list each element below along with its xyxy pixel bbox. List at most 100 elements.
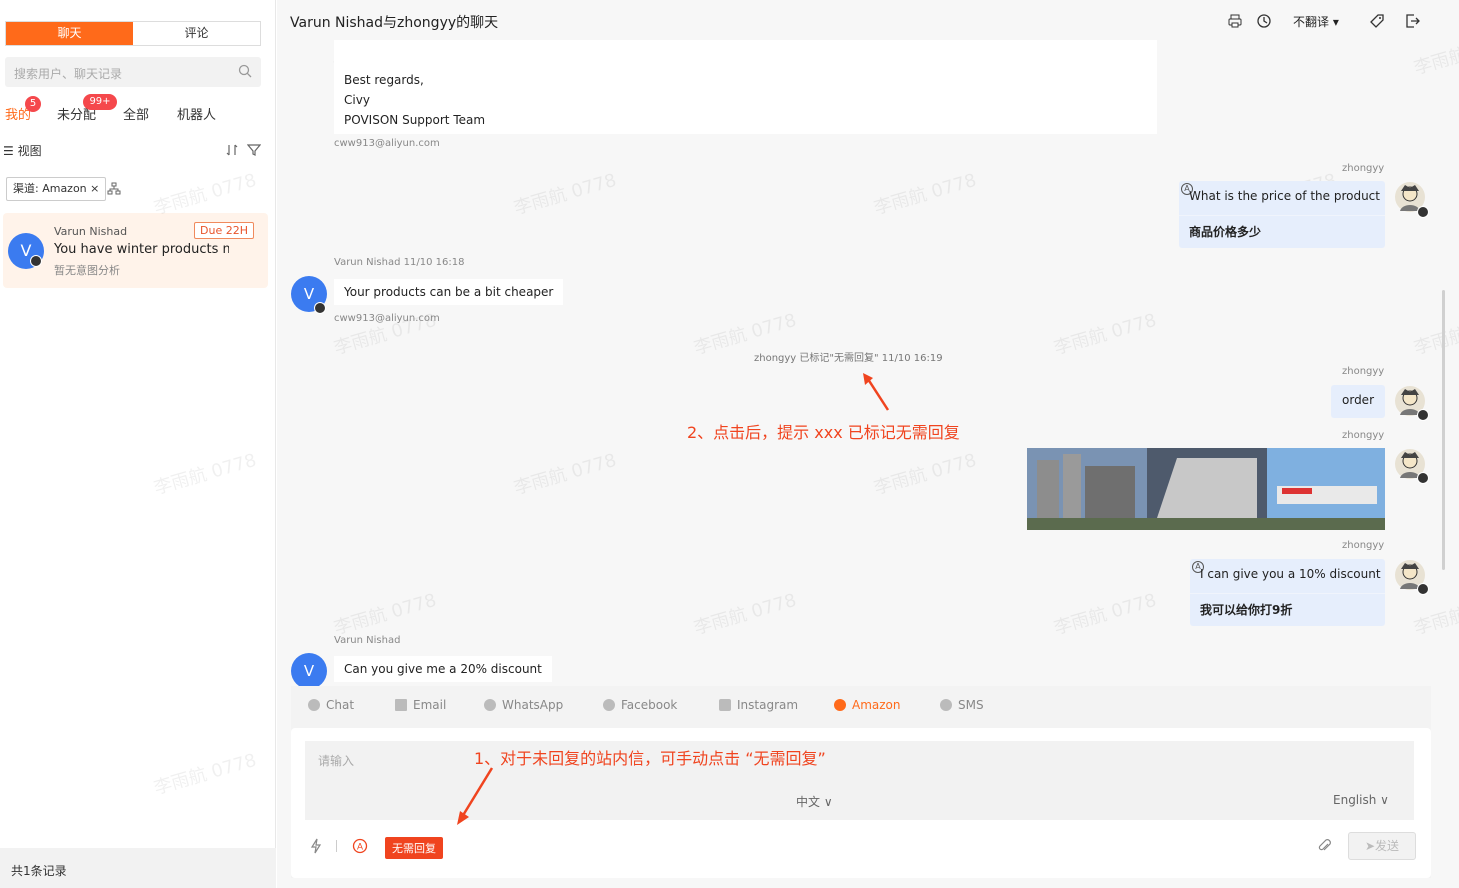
due-badge: Due 22H (194, 222, 254, 239)
watermark: 李雨航 0778 (691, 589, 799, 640)
channel-sms[interactable]: SMS (940, 698, 984, 712)
view-row: ☰ 视图 (0, 141, 270, 159)
record-count: 共1条记录 (11, 864, 67, 878)
email-address: cww913@aliyun.com (334, 313, 440, 324)
input-placeholder: 请输入 (318, 754, 355, 768)
channel-facebook[interactable]: Facebook (603, 698, 677, 712)
email-icon (395, 699, 407, 711)
conversation-item[interactable]: V Varun Nishad Due 22H You have winter p… (3, 213, 268, 288)
email-line: Civy (344, 93, 370, 107)
exit-icon[interactable] (1405, 13, 1421, 29)
amazon-channel-icon (314, 302, 326, 314)
divider (336, 840, 337, 852)
attachment-icon[interactable] (1318, 839, 1332, 853)
sender-name: zhongyy (1342, 430, 1385, 441)
outgoing-message[interactable]: A What is the price of the product 商品价格多… (1179, 181, 1385, 248)
channel-filter-chip[interactable]: 渠道: Amazon × (6, 177, 107, 201)
scrollbar[interactable] (1442, 290, 1445, 570)
watermark: 李雨航 0778 (1051, 309, 1159, 360)
outgoing-message[interactable]: order (1331, 385, 1385, 418)
email-line: Best regards, (344, 73, 424, 87)
message-text: I can give you a 10% discount (1200, 567, 1381, 581)
annotation-arrow (457, 767, 494, 825)
sidebar: 聊天 评论 搜索用户、聊天记录 我的 未分配 全部 机器人 5 99+ ☰ 视图… (0, 0, 276, 888)
channel-instagram[interactable]: Instagram (719, 698, 798, 712)
search-input[interactable]: 搜索用户、聊天记录 (14, 65, 122, 82)
svg-text:A: A (357, 842, 363, 852)
watermark: 李雨航 0778 (331, 589, 439, 640)
factory-image[interactable] (1027, 448, 1385, 530)
channel-label: Amazon (852, 698, 901, 712)
channel-label: Chat (326, 698, 355, 712)
channel-amazon[interactable]: Amazon (834, 698, 901, 712)
history-icon[interactable] (1256, 13, 1272, 29)
channel-chat[interactable]: Chat (308, 698, 354, 712)
tab-robot[interactable]: 机器人 (177, 104, 216, 123)
tab-all[interactable]: 全部 (123, 104, 149, 123)
channel-label: Instagram (737, 698, 799, 712)
customer-avatar: V (291, 653, 327, 689)
translate-dropdown[interactable]: 不翻译 ▾ (1293, 13, 1339, 30)
channel-whatsapp[interactable]: WhatsApp (484, 698, 563, 712)
search-icon[interactable] (238, 64, 252, 78)
message-text: order (1342, 393, 1374, 407)
incoming-message[interactable]: Your products can be a bit cheaper (334, 279, 564, 305)
view-menu[interactable]: ☰ 视图 (3, 142, 42, 159)
channel-email[interactable]: Email (395, 698, 446, 712)
filter-icon[interactable] (247, 143, 261, 157)
message-translation: 商品价格多少 (1189, 225, 1262, 239)
message-translation: 我可以给你打9折 (1200, 603, 1293, 617)
print-icon[interactable] (1227, 13, 1243, 29)
tab-chat[interactable]: 聊天 (6, 22, 133, 45)
channel-label: Facebook (621, 698, 678, 712)
annotation-step2: 2、点击后，提示 xxx 已标记无需回复 (687, 423, 960, 442)
annotation-arrow (863, 373, 890, 411)
unassigned-count-badge: 99+ (83, 94, 117, 110)
sender-info: Varun Nishad 11/10 16:18 (334, 257, 465, 268)
sender-info: Varun Nishad (334, 635, 401, 646)
view-label: 视图 (17, 144, 42, 158)
ai-assist-icon[interactable]: A (352, 838, 368, 854)
channel-label: SMS (958, 698, 984, 712)
channel-label: Email (413, 698, 447, 712)
search-box[interactable]: 搜索用户、聊天记录 (5, 57, 261, 87)
conversation-name: Varun Nishad (54, 225, 128, 238)
incoming-message[interactable]: Can you give me a 20% discount (334, 656, 552, 682)
email-address: cww913@aliyun.com (334, 138, 440, 149)
system-note: zhongyy 已标记"无需回复" 11/10 16:19 (754, 353, 943, 364)
mode-switch: 聊天 评论 (5, 21, 261, 46)
sort-icon[interactable] (225, 143, 239, 157)
sender-name: zhongyy (1342, 163, 1385, 174)
chat-title: Varun Nishad与zhongyy的聊天 (290, 15, 499, 31)
message-text: What is the price of the product (1189, 189, 1380, 203)
target-language-select[interactable]: English ∨ (1333, 793, 1389, 807)
organization-icon[interactable] (107, 182, 121, 196)
watermark: 李雨航 0778 (871, 169, 979, 220)
sender-name: zhongyy (1342, 366, 1385, 377)
amazon-channel-icon (1417, 583, 1429, 595)
outgoing-message[interactable]: A I can give you a 10% discount 我可以给你打9折 (1190, 559, 1385, 626)
amazon-channel-icon (30, 255, 42, 267)
annotation-step1: 1、对于未回复的站内信，可手动点击 “无需回复” (474, 749, 826, 768)
amazon-channel-icon (1417, 409, 1429, 421)
send-button[interactable]: ➤发送 (1348, 832, 1416, 860)
chat-header: Varun Nishad与zhongyy的聊天 不翻译 ▾ (277, 0, 1459, 40)
watermark: 李雨航 0778 (1411, 310, 1459, 360)
amazon-icon (834, 699, 846, 711)
tab-comments[interactable]: 评论 (133, 22, 260, 45)
chat-panel: 李雨航 0778 李雨航 0778 李雨航 0778 李雨航 0778 李雨航 0778… (152, 0, 1459, 888)
conversation-preview: You have winter products ma (54, 242, 229, 257)
divider (1190, 593, 1385, 594)
source-language-select[interactable]: 中文 ∨ (796, 793, 833, 810)
amazon-channel-icon (1417, 206, 1429, 218)
watermark: 李雨航 0778 (1051, 589, 1159, 640)
email-body: Best regards, Civy POVISON Support Team (344, 70, 485, 130)
conversation-filter-tabs: 我的 未分配 全部 机器人 (5, 104, 265, 124)
tag-icon[interactable] (1369, 13, 1385, 29)
no-reply-button[interactable]: 无需回复 (385, 837, 443, 859)
intent-label: 暂无意图分析 (54, 264, 120, 277)
lightning-icon[interactable] (309, 838, 323, 854)
sms-icon (940, 699, 952, 711)
whatsapp-icon (484, 699, 496, 711)
channel-label: WhatsApp (502, 698, 564, 712)
